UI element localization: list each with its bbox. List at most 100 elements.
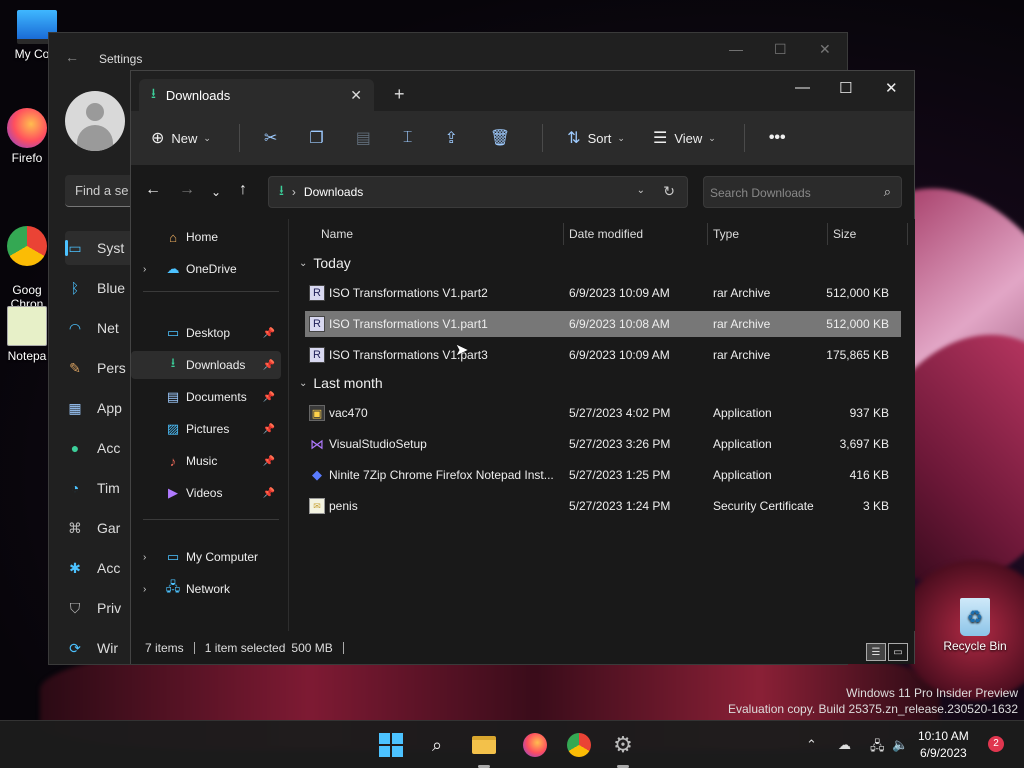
- search-input[interactable]: Search Downloads ⌕: [703, 176, 902, 208]
- nav-item-documents[interactable]: ▤ Documents 📌: [131, 383, 281, 411]
- chevron-up-icon[interactable]: ⌃: [806, 737, 817, 753]
- minimize-icon[interactable]: —: [795, 79, 810, 96]
- file-date: 6/9/2023 10:09 AM: [569, 348, 670, 362]
- column-header-type[interactable]: Type: [713, 219, 739, 249]
- column-divider[interactable]: [707, 223, 708, 245]
- chrome-icon[interactable]: [565, 731, 593, 759]
- avatar[interactable]: [65, 91, 125, 151]
- back-arrow-icon[interactable]: ←: [145, 181, 161, 199]
- up-arrow-icon[interactable]: ↑: [239, 181, 247, 199]
- file-explorer-window[interactable]: ⭳ Downloads ✕ + — ☐ ✕ ⊕ New ⌄ ✂ ❐ ▤ ⌶ ⇪ …: [130, 70, 915, 664]
- maximize-icon[interactable]: ☐: [839, 79, 852, 97]
- nav-item-network[interactable]: › 🖧 Network: [131, 575, 281, 603]
- cut-icon[interactable]: ✂: [264, 128, 277, 148]
- address-bar[interactable]: ⭳ › Downloads ⌄ ↻: [268, 176, 688, 208]
- recent-locations-chevron-icon[interactable]: ⌄: [211, 185, 221, 199]
- copy-icon[interactable]: ❐: [309, 128, 323, 148]
- sort-button[interactable]: ⇅ Sort ⌄: [567, 128, 625, 148]
- start-button[interactable]: [377, 731, 405, 759]
- share-icon[interactable]: ⇪: [444, 128, 457, 148]
- nav-item-music[interactable]: ♪ Music 📌: [131, 447, 281, 475]
- new-tab-button[interactable]: +: [394, 85, 405, 103]
- tab-downloads[interactable]: ⭳ Downloads ✕: [139, 79, 374, 111]
- chevron-right-icon[interactable]: ›: [143, 584, 146, 595]
- column-header-size[interactable]: Size: [833, 219, 856, 249]
- paste-icon[interactable]: ▤: [356, 128, 371, 148]
- nav-item-downloads[interactable]: ⭳ Downloads 📌: [131, 351, 281, 379]
- nav-item-my-computer[interactable]: › ▭ My Computer: [131, 543, 281, 571]
- desktop-icon-firefox[interactable]: Firefo: [2, 108, 52, 165]
- forward-arrow-icon[interactable]: →: [179, 181, 195, 199]
- pin-icon[interactable]: 📌: [263, 328, 275, 339]
- maximize-icon[interactable]: ☐: [774, 41, 787, 58]
- close-tab-icon[interactable]: ✕: [350, 87, 362, 104]
- nav-item-videos[interactable]: ▶ Videos 📌: [131, 479, 281, 507]
- search-icon[interactable]: ⌕: [423, 731, 451, 759]
- view-button[interactable]: ☰ View ⌄: [653, 128, 716, 148]
- pin-icon[interactable]: 📌: [263, 392, 275, 403]
- file-row[interactable]: ◆ Ninite 7Zip Chrome Firefox Notepad Ins…: [305, 462, 901, 488]
- new-button[interactable]: ⊕ New ⌄: [151, 128, 211, 148]
- file-row[interactable]: ✉ penis 5/27/2023 1:24 PM Security Certi…: [305, 493, 901, 519]
- settings-nav-system[interactable]: ▭ Syst: [65, 231, 135, 265]
- desktop-icon-recycle-bin[interactable]: ♻ Recycle Bin: [940, 598, 1010, 653]
- file-row[interactable]: ⋈ VisualStudioSetup 5/27/2023 3:26 PM Ap…: [305, 431, 901, 457]
- back-arrow-icon[interactable]: ←: [65, 49, 79, 65]
- pin-icon[interactable]: 📌: [263, 488, 275, 499]
- file-row[interactable]: R ISO Transformations V1.part3 6/9/2023 …: [305, 342, 901, 368]
- settings-nav-personalization[interactable]: ✎ Pers: [65, 351, 135, 385]
- settings-nav-apps[interactable]: ▦ App: [65, 391, 135, 425]
- group-header-last-month[interactable]: ⌄ Last month: [299, 375, 383, 391]
- chevron-down-icon[interactable]: ⌄: [637, 185, 645, 196]
- file-date: 5/27/2023 4:02 PM: [569, 406, 671, 420]
- tiles-view-icon[interactable]: ▭: [888, 643, 908, 661]
- file-row-selected[interactable]: R ISO Transformations V1.part1 6/9/2023 …: [305, 311, 901, 337]
- close-icon[interactable]: ✕: [885, 79, 898, 97]
- clock[interactable]: 10:10 AM 6/9/2023: [918, 728, 969, 762]
- refresh-icon[interactable]: ↻: [663, 183, 675, 200]
- column-divider[interactable]: [827, 223, 828, 245]
- settings-nav-accessibility[interactable]: ✱ Acc: [65, 551, 135, 585]
- nav-item-pictures[interactable]: ▨ Pictures 📌: [131, 415, 281, 443]
- nav-item-onedrive[interactable]: › ☁ OneDrive: [131, 255, 281, 283]
- pin-icon[interactable]: 📌: [263, 456, 275, 467]
- chevron-right-icon[interactable]: ›: [143, 264, 146, 275]
- settings-nav-gaming[interactable]: ⌘ Gar: [65, 511, 135, 545]
- settings-nav-network[interactable]: ◠ Net: [65, 311, 135, 345]
- file-row[interactable]: ▣ vac470 5/27/2023 4:02 PM Application 9…: [305, 400, 901, 426]
- network-icon[interactable]: 🖧: [870, 737, 885, 759]
- pin-icon[interactable]: 📌: [263, 424, 275, 435]
- settings-nav-windows-update[interactable]: ⟳ Wir: [65, 631, 135, 665]
- rename-icon[interactable]: ⌶: [403, 129, 413, 147]
- column-divider[interactable]: [907, 223, 908, 245]
- cloud-offline-icon[interactable]: ☁: [838, 737, 851, 753]
- clock-globe-icon: ◔: [70, 480, 80, 496]
- settings-nav-accounts[interactable]: ● Acc: [65, 431, 135, 465]
- group-header-today[interactable]: ⌄ Today: [299, 255, 351, 271]
- pin-icon[interactable]: 📌: [263, 360, 275, 371]
- desktop-icon-notepad[interactable]: Notepa: [2, 306, 52, 363]
- settings-nav-bluetooth[interactable]: ᛒ Blue: [65, 271, 135, 305]
- settings-nav-privacy[interactable]: ⛉ Priv: [65, 591, 135, 625]
- close-icon[interactable]: ✕: [819, 41, 831, 58]
- column-header-date[interactable]: Date modified: [569, 219, 643, 249]
- more-options-icon[interactable]: •••: [769, 129, 786, 147]
- desktop-icon-chrome[interactable]: Goog Chron: [2, 212, 52, 311]
- details-view-icon[interactable]: ☰: [866, 643, 886, 661]
- nav-item-label: Desktop: [186, 326, 231, 340]
- column-divider[interactable]: [563, 223, 564, 245]
- file-row[interactable]: R ISO Transformations V1.part2 6/9/2023 …: [305, 280, 901, 306]
- file-explorer-icon[interactable]: [470, 731, 498, 759]
- notification-badge[interactable]: 2: [988, 736, 1004, 752]
- settings-nav-time[interactable]: ◔ Tim: [65, 471, 135, 505]
- firefox-icon[interactable]: [521, 731, 549, 759]
- chevron-right-icon[interactable]: ›: [143, 552, 146, 563]
- minimize-icon[interactable]: —: [729, 41, 743, 57]
- nav-item-desktop[interactable]: ▭ Desktop 📌: [131, 319, 281, 347]
- settings-gear-icon[interactable]: ⚙: [609, 731, 637, 759]
- volume-icon[interactable]: 🔈: [892, 737, 908, 753]
- delete-icon[interactable]: 🗑: [490, 128, 510, 148]
- column-header-name[interactable]: Name: [321, 219, 353, 249]
- nav-item-home[interactable]: ⌂ Home: [131, 223, 281, 251]
- ninite-icon: ◆: [312, 467, 322, 482]
